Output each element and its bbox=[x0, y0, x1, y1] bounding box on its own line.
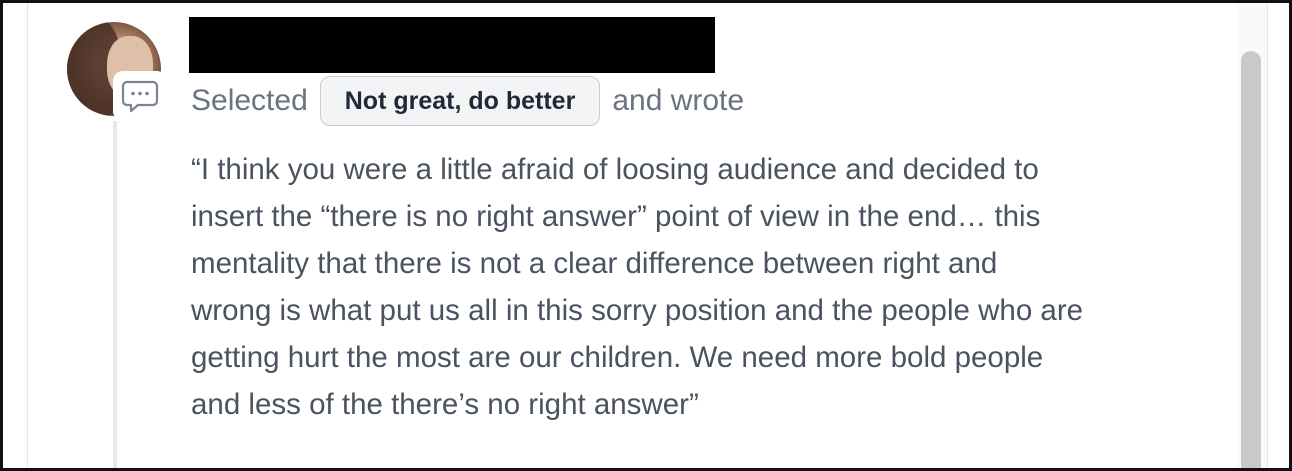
speech-bubble-icon bbox=[113, 71, 167, 121]
selected-prefix: Selected bbox=[191, 84, 308, 117]
selection-summary: Selected Not great, do better and wrote bbox=[191, 75, 744, 127]
screenshot-frame: Selected Not great, do better and wrote … bbox=[0, 0, 1292, 471]
speech-bubble-icon-svg bbox=[121, 80, 159, 113]
scrollbar-thumb[interactable] bbox=[1241, 51, 1261, 468]
author-name-redacted bbox=[189, 17, 715, 73]
selected-suffix: and wrote bbox=[612, 84, 745, 117]
thread-line bbox=[113, 121, 117, 468]
selected-option-chip[interactable]: Not great, do better bbox=[319, 76, 601, 126]
comment-body: “I think you were a little afraid of loo… bbox=[191, 153, 1084, 421]
